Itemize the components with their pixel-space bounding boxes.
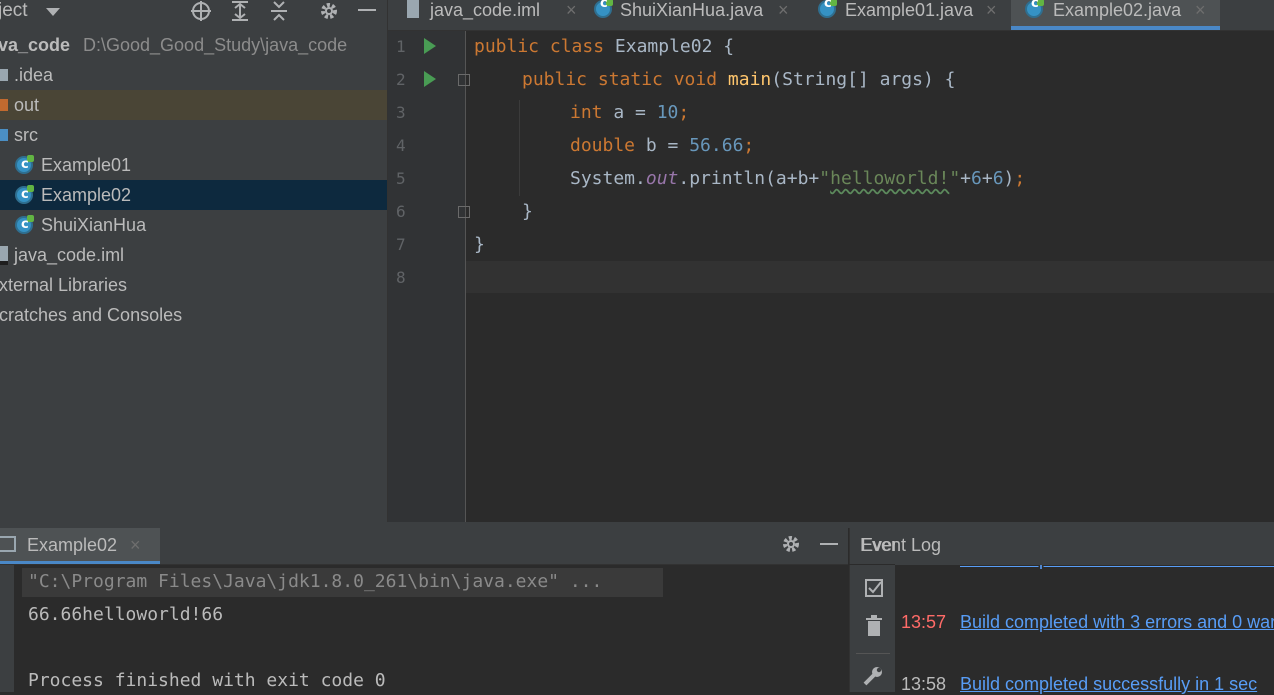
code-line-6: } (522, 201, 533, 222)
close-icon[interactable]: × (130, 535, 141, 556)
caret-down-icon[interactable] (46, 8, 60, 16)
tree-item-label: src (14, 125, 38, 145)
close-icon[interactable]: × (778, 0, 789, 20)
code-line-7: } (474, 234, 485, 255)
event-link[interactable]: Build completed with 3 errors and 0 warn… (960, 612, 1274, 633)
close-icon[interactable]: × (1195, 0, 1206, 20)
tree-item-label: Example02 (41, 185, 132, 205)
line-number: 3 (396, 103, 406, 122)
console-line-command[interactable]: "C:\Program Files\Java\jdk1.8.0_261\bin\… (28, 571, 602, 592)
java-class-icon (15, 180, 34, 210)
tree-item-src[interactable]: src (0, 120, 387, 150)
tree-item-label: java_code.iml (14, 245, 125, 265)
line-number: 1 (396, 37, 406, 56)
tree-item-example01[interactable]: Example01 (0, 150, 387, 180)
tree-item-out[interactable]: out (0, 90, 387, 120)
line-number: 8 (396, 268, 406, 287)
close-icon[interactable]: × (566, 0, 577, 20)
gutter-separator (465, 31, 466, 522)
tree-item-label: out (14, 95, 40, 115)
project-header: ject (0, 0, 387, 30)
line-number: 7 (396, 235, 406, 254)
tab-example01[interactable]: Example01.java × (812, 0, 1008, 30)
gear-icon[interactable] (318, 0, 340, 22)
editor-tab-bar: java_code.iml × ShuiXianHua.java × Examp… (388, 0, 1274, 31)
event-log-toolbar (849, 565, 896, 692)
line-number: 6 (396, 202, 406, 221)
line-number: 4 (396, 136, 406, 155)
locate-icon[interactable] (190, 0, 212, 22)
console-line-output: 66.66helloworld!66 (28, 604, 224, 625)
run-class-icon[interactable] (424, 38, 436, 54)
line-number: 2 (396, 70, 406, 89)
tree-item-label: cratches and Consoles (0, 305, 183, 325)
tree-item-shuixianhua[interactable]: ShuiXianHua (0, 210, 387, 240)
console-line-exit: Process finished with exit code 0 (28, 670, 386, 691)
code-line-3: int a = 10; (570, 102, 690, 123)
tree-item-label: xternal Libraries (0, 275, 128, 295)
java-class-icon (1025, 0, 1044, 18)
collapse-all-icon[interactable] (268, 0, 290, 22)
tree-item-label: .idea (14, 65, 54, 85)
event-time: 13:57 (901, 612, 947, 632)
tree-item-scratches[interactable]: cratches and Consoles (0, 300, 387, 330)
tree-item-label: ShuiXianHua (41, 215, 147, 235)
console-icon (0, 536, 16, 552)
tab-java-code-iml[interactable]: java_code.iml × (402, 0, 578, 30)
tree-root[interactable]: va_code D:\Good_Good_Study\java_code (0, 30, 387, 60)
folder-icon (0, 129, 8, 141)
expand-all-icon[interactable] (229, 0, 251, 22)
wrench-icon[interactable] (862, 665, 884, 692)
code-line-5: System.out.println(a+b+"helloworld!"+6+6… (570, 168, 1026, 189)
close-icon[interactable]: × (986, 0, 997, 20)
tree-item-label: Example01 (41, 155, 132, 175)
code-line-1: public class Example02 { (474, 36, 735, 57)
project-panel: ject va_code D:\Good_Good_Study\java_cod… (0, 0, 388, 522)
project-view-title[interactable]: ject (0, 0, 28, 22)
code-line-4: double b = 56.66; (570, 135, 755, 156)
root-name: va_code (0, 35, 71, 55)
java-class-icon (594, 0, 613, 18)
java-class-icon (15, 210, 34, 240)
minimize-icon[interactable] (820, 543, 838, 545)
root-path: D:\Good_Good_Study\java_code (83, 35, 348, 55)
tree-item-example02[interactable]: Example02 (0, 180, 387, 210)
console-toolbar-strip (0, 565, 14, 692)
current-line-highlight (466, 261, 1274, 293)
tab-label: ShuiXianHua.java (620, 0, 764, 20)
tree-item-idea[interactable]: .idea (0, 60, 387, 90)
gear-icon[interactable] (780, 533, 802, 555)
run-tab-label: Example02 (27, 535, 118, 555)
mark-read-icon[interactable] (864, 578, 884, 603)
folder-icon (0, 69, 8, 81)
tab-label: Example02.java (1053, 0, 1182, 20)
folder-icon (0, 99, 8, 111)
tab-label: Example01.java (845, 0, 974, 20)
fold-icon[interactable] (458, 74, 470, 86)
tab-example02[interactable]: Example02.java × (1011, 0, 1220, 30)
java-class-icon (818, 0, 837, 18)
indent-guide (519, 100, 520, 196)
run-main-icon[interactable] (424, 71, 436, 87)
code-line-2: public static void main(String[] args) { (522, 69, 956, 90)
java-class-icon (15, 150, 34, 180)
minimize-icon[interactable] (358, 9, 376, 11)
tab-shuixianhua[interactable]: ShuiXianHua.java × (588, 0, 802, 30)
fold-icon[interactable] (458, 206, 470, 218)
tab-label: java_code.iml (430, 0, 541, 20)
separator (856, 653, 890, 654)
line-number: 5 (396, 169, 406, 188)
event-log-title-overlay: Event Log (860, 535, 942, 555)
tree-item-external-libraries[interactable]: xternal Libraries (0, 270, 387, 300)
module-file-icon (407, 0, 419, 18)
tree-item-iml[interactable]: java_code.iml (0, 240, 387, 270)
trash-icon[interactable] (864, 615, 884, 642)
run-tab-example02[interactable]: Example02 × (0, 528, 160, 564)
